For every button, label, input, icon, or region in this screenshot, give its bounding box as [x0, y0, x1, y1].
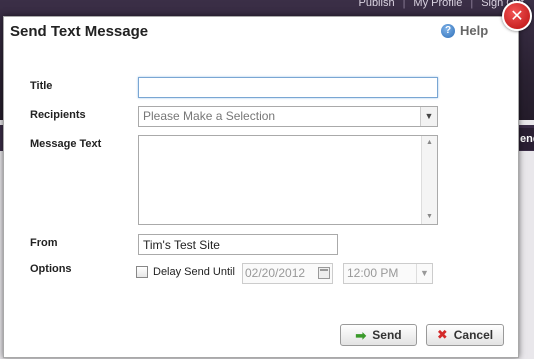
- delay-time-value: 12:00 PM: [347, 266, 399, 280]
- delay-time-select[interactable]: 12:00 PM ▼: [343, 263, 433, 284]
- message-text-label: Message Text: [30, 138, 102, 150]
- send-text-message-dialog: Send Text Message ? Help Title Recipient…: [3, 16, 519, 358]
- from-input[interactable]: [138, 234, 338, 255]
- scroll-down-icon[interactable]: ▼: [422, 210, 437, 224]
- delay-send-label[interactable]: Delay Send Until: [153, 266, 235, 278]
- background-nav: Publish | My Profile | Sign Out: [354, 0, 528, 9]
- options-label: Options: [30, 263, 72, 275]
- delay-date-value: 02/20/2012: [245, 266, 306, 280]
- background-side-tab: end: [518, 128, 534, 150]
- message-scrollbar[interactable]: ▲ ▼: [421, 136, 437, 224]
- from-label: From: [30, 237, 58, 249]
- dialog-title: Send Text Message: [10, 23, 149, 40]
- recipients-selected-value: Please Make a Selection: [143, 109, 276, 123]
- arrow-right-icon: ➡: [355, 327, 367, 343]
- delay-send-checkbox[interactable]: [136, 266, 148, 278]
- message-text-area[interactable]: [138, 135, 438, 225]
- x-icon: ✖: [436, 327, 448, 343]
- delay-date-input[interactable]: 02/20/2012: [242, 263, 333, 284]
- question-circle-icon: ?: [441, 23, 455, 38]
- chevron-down-icon[interactable]: ▼: [416, 264, 432, 283]
- title-label: Title: [30, 80, 53, 92]
- calendar-icon[interactable]: [318, 267, 330, 279]
- nav-publish-link[interactable]: Publish: [358, 0, 394, 9]
- chevron-down-icon[interactable]: ▼: [420, 107, 437, 126]
- close-icon[interactable]: ✕: [502, 1, 532, 31]
- title-input[interactable]: [138, 77, 438, 98]
- help-label: Help: [460, 23, 489, 38]
- cancel-button-label: Cancel: [453, 328, 494, 342]
- help-link[interactable]: ? Help: [441, 23, 488, 38]
- send-button[interactable]: ➡ Send: [340, 324, 417, 346]
- scroll-up-icon[interactable]: ▲: [422, 136, 437, 150]
- nav-profile-link[interactable]: My Profile: [413, 0, 462, 9]
- recipients-select[interactable]: Please Make a Selection ▼: [138, 106, 438, 127]
- cancel-button[interactable]: ✖ Cancel: [426, 324, 504, 346]
- send-button-label: Send: [372, 328, 402, 342]
- recipients-label: Recipients: [30, 109, 86, 121]
